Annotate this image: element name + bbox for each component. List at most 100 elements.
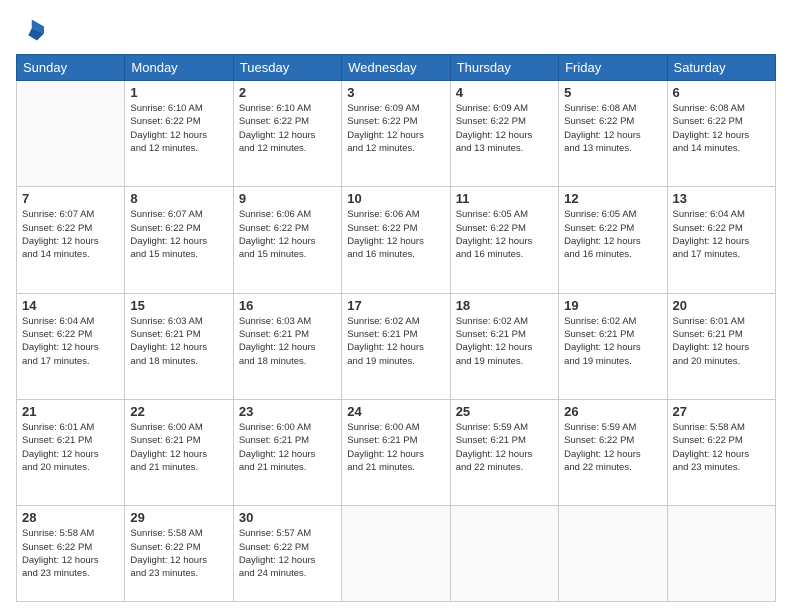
weekday-header-sunday: Sunday [17,55,125,81]
day-number: 4 [456,85,553,100]
day-info: Sunrise: 6:02 AM Sunset: 6:21 PM Dayligh… [347,315,444,368]
day-info: Sunrise: 6:08 AM Sunset: 6:22 PM Dayligh… [564,102,661,155]
day-info: Sunrise: 6:09 AM Sunset: 6:22 PM Dayligh… [456,102,553,155]
calendar-week-row: 1Sunrise: 6:10 AM Sunset: 6:22 PM Daylig… [17,81,776,187]
calendar-cell: 10Sunrise: 6:06 AM Sunset: 6:22 PM Dayli… [342,187,450,293]
calendar-cell: 5 Sunrise: 6:08 AM Sunset: 6:22 PM Daylig… [559,81,667,187]
day-info: Sunrise: 5:57 AM Sunset: 6:22 PM Dayligh… [239,527,336,580]
day-info: Sunrise: 6:00 AM Sunset: 6:21 PM Dayligh… [239,421,336,474]
day-number: 12 [564,191,661,206]
day-info: Sunrise: 6:02 AM Sunset: 6:21 PM Dayligh… [456,315,553,368]
calendar-cell: 1Sunrise: 6:10 AM Sunset: 6:22 PM Daylig… [125,81,233,187]
calendar-table: SundayMondayTuesdayWednesdayThursdayFrid… [16,54,776,602]
calendar-week-row: 21 Sunrise: 6:01 AM Sunset: 6:21 PM Dayli… [17,399,776,505]
day-number: 23 [239,404,336,419]
day-number: 6 [673,85,770,100]
day-info: Sunrise: 6:00 AM Sunset: 6:21 PM Dayligh… [347,421,444,474]
calendar-cell: 19Sunrise: 6:02 AM Sunset: 6:21 PM Dayli… [559,293,667,399]
day-number: 3 [347,85,444,100]
day-info: Sunrise: 6:07 AM Sunset: 6:22 PM Dayligh… [130,208,227,261]
weekday-header-row: SundayMondayTuesdayWednesdayThursdayFrid… [17,55,776,81]
day-number: 13 [673,191,770,206]
calendar-cell: 12 Sunrise: 6:05 AM Sunset: 6:22 PM Dayli… [559,187,667,293]
day-info: Sunrise: 6:03 AM Sunset: 6:21 PM Dayligh… [239,315,336,368]
calendar-cell: 29 Sunrise: 5:58 AM Sunset: 6:22 PM Dayli… [125,506,233,602]
day-number: 14 [22,298,119,313]
day-number: 2 [239,85,336,100]
calendar-cell [342,506,450,602]
day-number: 5 [564,85,661,100]
day-info: Sunrise: 6:06 AM Sunset: 6:22 PM Dayligh… [347,208,444,261]
calendar-week-row: 14 Sunrise: 6:04 AM Sunset: 6:22 PM Dayli… [17,293,776,399]
day-number: 24 [347,404,444,419]
calendar-week-row: 7 Sunrise: 6:07 AM Sunset: 6:22 PM Daylig… [17,187,776,293]
day-number: 26 [564,404,661,419]
day-number: 20 [673,298,770,313]
day-info: Sunrise: 6:03 AM Sunset: 6:21 PM Dayligh… [130,315,227,368]
day-number: 22 [130,404,227,419]
day-info: Sunrise: 6:08 AM Sunset: 6:22 PM Dayligh… [673,102,770,155]
calendar-cell: 14 Sunrise: 6:04 AM Sunset: 6:22 PM Dayli… [17,293,125,399]
day-info: Sunrise: 6:06 AM Sunset: 6:22 PM Dayligh… [239,208,336,261]
weekday-header-saturday: Saturday [667,55,775,81]
calendar-cell: 20 Sunrise: 6:01 AM Sunset: 6:21 PM Dayli… [667,293,775,399]
day-number: 7 [22,191,119,206]
calendar-cell: 13 Sunrise: 6:04 AM Sunset: 6:22 PM Dayli… [667,187,775,293]
day-info: Sunrise: 6:07 AM Sunset: 6:22 PM Dayligh… [22,208,119,261]
page: SundayMondayTuesdayWednesdayThursdayFrid… [0,0,792,612]
calendar-cell: 22 Sunrise: 6:00 AM Sunset: 6:21 PM Dayli… [125,399,233,505]
day-number: 28 [22,510,119,525]
day-info: Sunrise: 5:59 AM Sunset: 6:21 PM Dayligh… [456,421,553,474]
day-info: Sunrise: 6:10 AM Sunset: 6:22 PM Dayligh… [130,102,227,155]
day-number: 29 [130,510,227,525]
calendar-cell: 25 Sunrise: 5:59 AM Sunset: 6:21 PM Dayli… [450,399,558,505]
day-number: 15 [130,298,227,313]
day-info: Sunrise: 6:04 AM Sunset: 6:22 PM Dayligh… [22,315,119,368]
weekday-header-monday: Monday [125,55,233,81]
calendar-cell: 4 Sunrise: 6:09 AM Sunset: 6:22 PM Daylig… [450,81,558,187]
calendar-cell: 15 Sunrise: 6:03 AM Sunset: 6:21 PM Dayli… [125,293,233,399]
calendar-week-row: 28 Sunrise: 5:58 AM Sunset: 6:22 PM Dayli… [17,506,776,602]
day-number: 30 [239,510,336,525]
day-info: Sunrise: 6:02 AM Sunset: 6:21 PM Dayligh… [564,315,661,368]
calendar-cell: 21 Sunrise: 6:01 AM Sunset: 6:21 PM Dayli… [17,399,125,505]
day-info: Sunrise: 6:10 AM Sunset: 6:22 PM Dayligh… [239,102,336,155]
day-number: 25 [456,404,553,419]
calendar-cell: 7 Sunrise: 6:07 AM Sunset: 6:22 PM Daylig… [17,187,125,293]
day-info: Sunrise: 6:01 AM Sunset: 6:21 PM Dayligh… [22,421,119,474]
calendar-cell: 18 Sunrise: 6:02 AM Sunset: 6:21 PM Dayli… [450,293,558,399]
calendar-cell: 17Sunrise: 6:02 AM Sunset: 6:21 PM Dayli… [342,293,450,399]
day-number: 18 [456,298,553,313]
weekday-header-tuesday: Tuesday [233,55,341,81]
calendar-cell: 23 Sunrise: 6:00 AM Sunset: 6:21 PM Dayli… [233,399,341,505]
weekday-header-friday: Friday [559,55,667,81]
day-info: Sunrise: 5:59 AM Sunset: 6:22 PM Dayligh… [564,421,661,474]
calendar-cell: 27 Sunrise: 5:58 AM Sunset: 6:22 PM Dayli… [667,399,775,505]
day-info: Sunrise: 6:04 AM Sunset: 6:22 PM Dayligh… [673,208,770,261]
calendar-cell: 9Sunrise: 6:06 AM Sunset: 6:22 PM Daylig… [233,187,341,293]
day-info: Sunrise: 6:00 AM Sunset: 6:21 PM Dayligh… [130,421,227,474]
calendar-cell: 24 Sunrise: 6:00 AM Sunset: 6:21 PM Dayli… [342,399,450,505]
day-info: Sunrise: 6:05 AM Sunset: 6:22 PM Dayligh… [456,208,553,261]
calendar-cell [559,506,667,602]
day-number: 21 [22,404,119,419]
calendar-cell: 30 Sunrise: 5:57 AM Sunset: 6:22 PM Dayli… [233,506,341,602]
day-number: 27 [673,404,770,419]
day-info: Sunrise: 5:58 AM Sunset: 6:22 PM Dayligh… [130,527,227,580]
calendar-cell: 16 Sunrise: 6:03 AM Sunset: 6:21 PM Dayli… [233,293,341,399]
calendar-cell [17,81,125,187]
day-info: Sunrise: 5:58 AM Sunset: 6:22 PM Dayligh… [673,421,770,474]
calendar-cell [667,506,775,602]
calendar-cell: 26 Sunrise: 5:59 AM Sunset: 6:22 PM Dayli… [559,399,667,505]
header [16,16,776,44]
calendar-cell [450,506,558,602]
weekday-header-thursday: Thursday [450,55,558,81]
day-number: 8 [130,191,227,206]
day-info: Sunrise: 6:01 AM Sunset: 6:21 PM Dayligh… [673,315,770,368]
logo [16,16,48,44]
calendar-cell: 6 Sunrise: 6:08 AM Sunset: 6:22 PM Daylig… [667,81,775,187]
calendar-cell: 8 Sunrise: 6:07 AM Sunset: 6:22 PM Daylig… [125,187,233,293]
day-info: Sunrise: 6:05 AM Sunset: 6:22 PM Dayligh… [564,208,661,261]
day-number: 16 [239,298,336,313]
logo-icon [16,16,44,44]
